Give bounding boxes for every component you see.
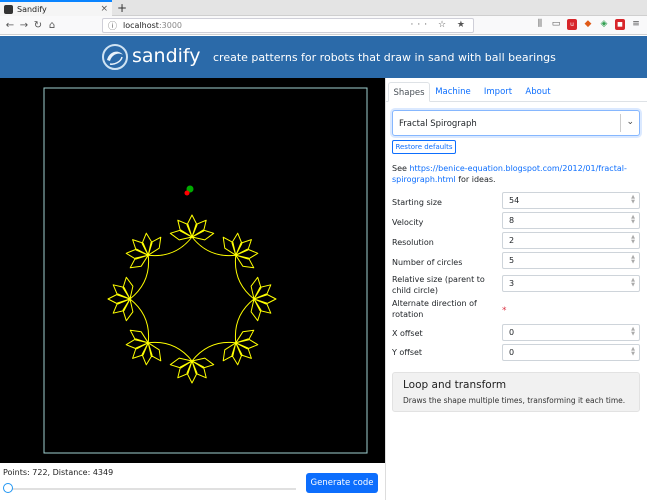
browser-navbar: ← → ↻ ⌂ ⓘ localhost:3000 ··· ☆ ★ ⫼ ▭ u ◆…	[0, 16, 647, 35]
relative-size-value: 3	[509, 279, 515, 288]
x-offset-input[interactable]: 0 ▲ ▼	[502, 324, 640, 341]
extension-icon[interactable]: ◆	[583, 19, 593, 30]
alternate-rotation-label: Alternate direction of rotation	[392, 299, 477, 319]
starting-size-value: 54	[509, 196, 520, 205]
url-host: localhost	[123, 21, 159, 30]
preview-frame	[43, 87, 368, 454]
stepper-icon[interactable]: ▲ ▼	[631, 255, 635, 265]
browser-tab-strip: Sandify × +	[0, 0, 647, 16]
lastpass-icon[interactable]: ◈	[599, 19, 609, 30]
stepper-icon[interactable]: ▲ ▼	[631, 195, 635, 205]
library-icon[interactable]: ⫼	[535, 19, 545, 30]
starting-size-input[interactable]: 54 ▲ ▼	[502, 192, 640, 209]
velocity-label: Velocity	[392, 218, 424, 227]
restore-defaults-button[interactable]: Restore defaults	[392, 140, 456, 154]
shape-select[interactable]: Fractal Spirograph ⌄	[392, 110, 640, 136]
y-offset-label: Y offset	[392, 348, 423, 357]
browser-tab[interactable]: Sandify ×	[0, 0, 112, 16]
stepper-icon[interactable]: ▲ ▼	[631, 235, 635, 245]
loop-and-transform-section[interactable]: Loop and transform Draws the shape multi…	[392, 372, 640, 412]
relative-size-label: Relative size (parent to child circle)	[392, 275, 485, 295]
menu-icon[interactable]: ≡	[631, 19, 641, 30]
shape-select-value: Fractal Spirograph	[399, 119, 477, 129]
url-port: :3000	[158, 21, 182, 30]
preview-canvas[interactable]	[0, 78, 385, 463]
generate-code-button[interactable]: Generate code	[306, 473, 378, 493]
sandify-logo-icon	[102, 44, 128, 70]
new-tab-button[interactable]: +	[117, 1, 127, 15]
tab-about[interactable]: About	[520, 82, 556, 102]
favicon-icon	[4, 4, 13, 14]
velocity-input[interactable]: 8 ▲ ▼	[502, 212, 640, 229]
stepper-icon[interactable]: ▲ ▼	[631, 327, 635, 337]
tab-machine[interactable]: Machine	[432, 82, 474, 102]
number-of-circles-label: Number of circles	[392, 258, 463, 267]
select-separator	[620, 114, 621, 132]
ideas-note: See https://benice-equation.blogspot.com…	[392, 163, 632, 185]
extension-icon-2[interactable]: ■	[615, 19, 625, 30]
y-offset-value: 0	[509, 348, 515, 357]
brand-name: sandify	[132, 45, 201, 67]
playback-slider-track[interactable]	[6, 488, 296, 490]
starting-size-label: Starting size	[392, 198, 442, 207]
home-button[interactable]: ⌂	[45, 20, 59, 31]
ublock-icon[interactable]: u	[567, 19, 577, 30]
reader-icon[interactable]: ▭	[551, 19, 561, 30]
settings-panel: Shapes Machine Import About Fractal Spir…	[385, 78, 647, 500]
browser-tab-title: Sandify	[17, 4, 47, 14]
address-bar[interactable]: ⓘ localhost:3000 ··· ☆ ★	[102, 18, 474, 33]
number-of-circles-value: 5	[509, 256, 515, 265]
panel-tabs: Shapes Machine Import About	[386, 82, 647, 102]
spirograph-path	[107, 214, 277, 384]
relative-size-input[interactable]: 3 ▲ ▼	[502, 275, 640, 292]
loop-title: Loop and transform	[403, 379, 507, 391]
back-button[interactable]: ←	[3, 20, 17, 31]
chevron-down-icon[interactable]: ⌄	[626, 117, 634, 127]
alternate-rotation-checkbox[interactable]: *	[502, 306, 507, 316]
info-icon[interactable]: ⓘ	[108, 19, 117, 32]
stepper-icon[interactable]: ▲ ▼	[631, 347, 635, 357]
resolution-input[interactable]: 2 ▲ ▼	[502, 232, 640, 249]
resolution-value: 2	[509, 236, 515, 245]
reload-button[interactable]: ↻	[31, 20, 45, 31]
ideas-prefix: See	[392, 164, 410, 173]
velocity-value: 8	[509, 216, 515, 225]
spirograph-pattern	[107, 214, 277, 384]
preview-canvas-area[interactable]	[0, 78, 385, 463]
tab-import[interactable]: Import	[477, 82, 519, 102]
pattern-stats: Points: 722, Distance: 4349	[3, 468, 114, 477]
ideas-link[interactable]: https://benice-equation.blogspot.com/201…	[392, 164, 627, 184]
forward-button[interactable]: →	[17, 20, 31, 31]
number-of-circles-input[interactable]: 5 ▲ ▼	[502, 252, 640, 269]
tab-shapes[interactable]: Shapes	[388, 82, 430, 102]
app-header: sandify create patterns for robots that …	[0, 36, 647, 78]
stepper-icon[interactable]: ▲ ▼	[631, 215, 635, 225]
page-actions-icons[interactable]: ··· ☆ ★	[411, 20, 469, 30]
x-offset-value: 0	[509, 328, 515, 337]
playback-slider-handle[interactable]	[3, 483, 13, 493]
x-offset-label: X offset	[392, 329, 423, 338]
app-tagline: create patterns for robots that draw in …	[213, 51, 556, 64]
y-offset-input[interactable]: 0 ▲ ▼	[502, 344, 640, 361]
loop-description: Draws the shape multiple times, transfor…	[403, 396, 626, 405]
close-tab-icon[interactable]: ×	[100, 4, 108, 14]
browser-toolbar-icons: ⫼ ▭ u ◆ ◈ ■ ≡	[535, 19, 641, 30]
stepper-icon[interactable]: ▲ ▼	[631, 278, 635, 288]
end-marker	[184, 190, 190, 196]
ideas-suffix: for ideas.	[455, 175, 496, 184]
preview-footer: Points: 722, Distance: 4349 Generate cod…	[0, 463, 385, 500]
resolution-label: Resolution	[392, 238, 434, 247]
